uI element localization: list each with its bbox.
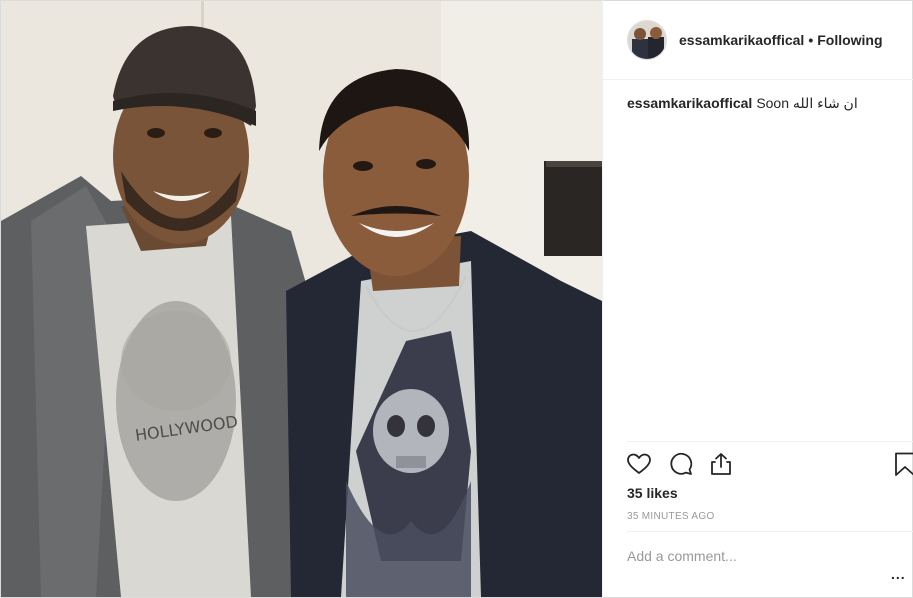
post-caption: essamkarikaoffical Soon ان شاء الله: [627, 94, 897, 112]
following-button[interactable]: Following: [817, 32, 882, 48]
avatar[interactable]: [627, 19, 667, 60]
speech-bubble-icon[interactable]: [667, 450, 695, 478]
caption-text: Soon ان شاء الله: [756, 95, 858, 111]
post-header: essamkarikaoffical • Following: [603, 0, 913, 80]
likes-count[interactable]: 35 likes: [627, 485, 678, 501]
post-photo[interactable]: HOLLYWOOD: [1, 1, 602, 597]
more-options-button[interactable]: ...: [891, 566, 906, 582]
divider: [627, 531, 913, 532]
divider: [627, 441, 913, 442]
timestamp[interactable]: 35 MINUTES AGO: [627, 511, 715, 522]
username-link[interactable]: essamkarikaoffical: [679, 32, 804, 48]
action-bar: [625, 450, 913, 480]
comment-input[interactable]: Add a comment...: [627, 548, 877, 564]
caption-username[interactable]: essamkarikaoffical: [627, 95, 752, 111]
separator-dot: •: [808, 31, 814, 48]
bookmark-icon[interactable]: [891, 450, 913, 478]
header-text: essamkarikaoffical • Following: [679, 32, 883, 48]
share-icon[interactable]: [707, 450, 735, 478]
heart-icon[interactable]: [625, 450, 653, 478]
post-sidebar: essamkarikaoffical • Following essamkari…: [602, 0, 913, 598]
